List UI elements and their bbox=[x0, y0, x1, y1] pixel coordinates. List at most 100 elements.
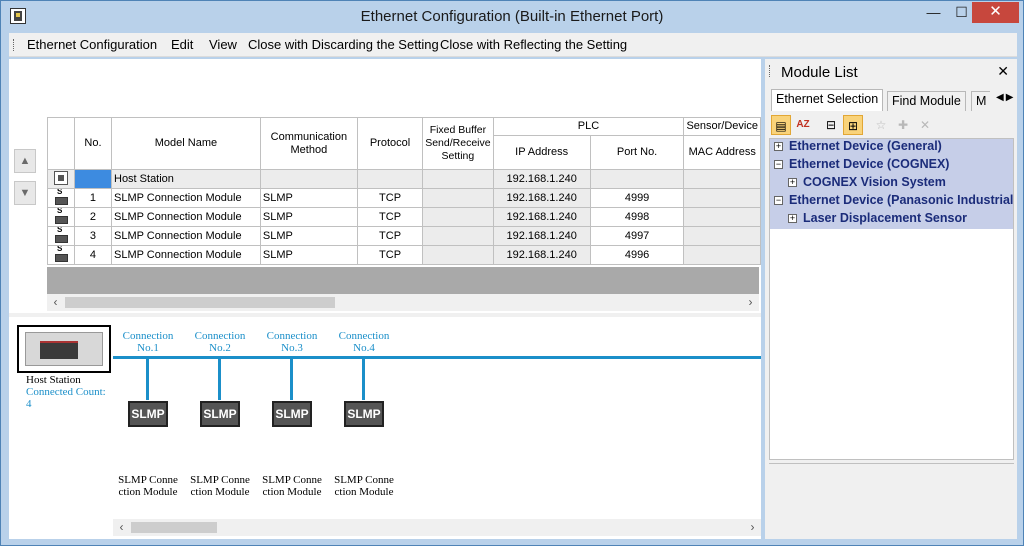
row-mac[interactable] bbox=[683, 226, 761, 246]
expand-icon[interactable]: + bbox=[788, 214, 797, 223]
table-row[interactable]: 3 SLMP Connection Module SLMP TCP 192.16… bbox=[47, 226, 761, 246]
row-comm[interactable]: SLMP bbox=[259, 245, 358, 265]
menu-close-reflect[interactable]: Close with Reflecting the Setting bbox=[440, 37, 627, 52]
header-protocol[interactable]: Protocol bbox=[356, 117, 424, 170]
header-fixed-buffer[interactable]: Fixed Buffer Send/Receive Setting bbox=[422, 117, 494, 170]
scroll-right-icon[interactable]: › bbox=[742, 294, 759, 311]
row-mac[interactable] bbox=[683, 207, 761, 227]
category-view-icon[interactable]: ▤ bbox=[771, 115, 791, 135]
row-no[interactable] bbox=[73, 169, 113, 189]
move-up-arrow-icon[interactable]: ▲ bbox=[14, 149, 36, 173]
table-row[interactable]: 1 SLMP Connection Module SLMP TCP 192.16… bbox=[47, 188, 761, 208]
maximize-button[interactable]: ☐ bbox=[948, 2, 975, 23]
tree-item-laser-displacement[interactable]: + Laser Displacement Sensor bbox=[770, 211, 1013, 229]
tree-item-ethernet-panasonic[interactable]: − Ethernet Device (Panasonic Industrial) bbox=[770, 193, 1013, 211]
tree-item-cognex-vision[interactable]: + COGNEX Vision System bbox=[770, 175, 1013, 193]
move-down-arrow-icon[interactable]: ▼ bbox=[14, 181, 36, 205]
row-no[interactable]: 2 bbox=[73, 207, 113, 227]
scroll-left-icon[interactable]: ‹ bbox=[47, 294, 64, 311]
expand-all-icon[interactable]: ⊞ bbox=[843, 115, 863, 135]
row-port-no[interactable] bbox=[589, 169, 685, 189]
row-ip-address[interactable]: 192.168.1.240 bbox=[492, 245, 591, 265]
row-port-no[interactable]: 4998 bbox=[589, 207, 685, 227]
scrollbar-thumb[interactable] bbox=[131, 522, 217, 533]
row-no[interactable]: 1 bbox=[73, 188, 113, 208]
row-fixed-buffer[interactable] bbox=[422, 169, 494, 189]
row-protocol[interactable] bbox=[356, 169, 424, 189]
close-window-button[interactable]: ✕ bbox=[972, 2, 1019, 23]
slmp-module-node[interactable]: SLMP bbox=[272, 401, 312, 427]
slmp-module-node[interactable]: SLMP bbox=[200, 401, 240, 427]
header-mac-address[interactable]: MAC Address bbox=[683, 135, 761, 170]
row-model-name[interactable]: SLMP Connection Module bbox=[111, 207, 261, 227]
row-port-no[interactable]: 4996 bbox=[589, 245, 685, 265]
toolbar-grip-icon[interactable] bbox=[13, 39, 16, 51]
scroll-left-icon[interactable]: ‹ bbox=[113, 519, 130, 536]
close-pane-icon[interactable]: ✕ bbox=[997, 63, 1009, 80]
tree-item-ethernet-general[interactable]: + Ethernet Device (General) bbox=[770, 139, 1013, 157]
table-row[interactable]: 4 SLMP Connection Module SLMP TCP 192.16… bbox=[47, 245, 761, 265]
menu-close-discard[interactable]: Close with Discarding the Setting bbox=[248, 37, 439, 52]
minimize-button[interactable]: — bbox=[920, 2, 947, 23]
row-ip-address[interactable]: 192.168.1.240 bbox=[492, 226, 591, 246]
tab-ethernet-selection[interactable]: Ethernet Selection bbox=[771, 89, 884, 111]
favorite-star-icon[interactable]: ☆ bbox=[871, 115, 891, 135]
menu-edit[interactable]: Edit bbox=[171, 37, 193, 52]
row-port-no[interactable]: 4997 bbox=[589, 226, 685, 246]
row-model-name[interactable]: SLMP Connection Module bbox=[111, 226, 261, 246]
row-no[interactable]: 3 bbox=[73, 226, 113, 246]
tab-scroll-arrows-icon[interactable]: ◀▶ bbox=[996, 92, 1015, 103]
sort-az-icon[interactable]: AZ bbox=[793, 115, 813, 135]
collapse-icon[interactable]: − bbox=[774, 160, 783, 169]
row-fixed-buffer[interactable] bbox=[422, 245, 494, 265]
header-no[interactable]: No. bbox=[73, 117, 113, 170]
row-ip-address[interactable]: 192.168.1.240 bbox=[492, 169, 591, 189]
slmp-module-node[interactable]: SLMP bbox=[128, 401, 168, 427]
row-ip-address[interactable]: 192.168.1.240 bbox=[492, 188, 591, 208]
tree-item-ethernet-cognex[interactable]: − Ethernet Device (COGNEX) bbox=[770, 157, 1013, 175]
delete-icon[interactable]: ✕ bbox=[915, 115, 935, 135]
row-mac[interactable] bbox=[683, 169, 761, 189]
row-fixed-buffer[interactable] bbox=[422, 226, 494, 246]
row-protocol[interactable]: TCP bbox=[356, 188, 424, 208]
header-port-no[interactable]: Port No. bbox=[589, 135, 685, 170]
collapse-icon[interactable]: − bbox=[774, 196, 783, 205]
row-protocol[interactable]: TCP bbox=[356, 226, 424, 246]
header-ip-address[interactable]: IP Address bbox=[492, 135, 591, 170]
row-comm[interactable]: SLMP bbox=[259, 207, 358, 227]
row-protocol[interactable]: TCP bbox=[356, 207, 424, 227]
scroll-right-icon[interactable]: › bbox=[744, 519, 761, 536]
table-row[interactable]: 2 SLMP Connection Module SLMP TCP 192.16… bbox=[47, 207, 761, 227]
row-fixed-buffer[interactable] bbox=[422, 188, 494, 208]
expand-icon[interactable]: + bbox=[788, 178, 797, 187]
slmp-module-node[interactable]: SLMP bbox=[344, 401, 384, 427]
add-favorite-icon[interactable]: ✚ bbox=[893, 115, 913, 135]
tab-truncated[interactable]: M bbox=[971, 91, 991, 111]
row-model-name[interactable]: SLMP Connection Module bbox=[111, 245, 261, 265]
pane-grip-icon[interactable] bbox=[769, 65, 772, 77]
row-comm[interactable]: SLMP bbox=[259, 226, 358, 246]
row-no[interactable]: 4 bbox=[73, 245, 113, 265]
row-fixed-buffer[interactable] bbox=[422, 207, 494, 227]
row-model-name[interactable]: SLMP Connection Module bbox=[111, 188, 261, 208]
host-station-node[interactable] bbox=[17, 325, 111, 373]
scrollbar-thumb[interactable] bbox=[65, 297, 335, 308]
row-comm[interactable]: SLMP bbox=[259, 188, 358, 208]
row-mac[interactable] bbox=[683, 245, 761, 265]
menu-view[interactable]: View bbox=[209, 37, 237, 52]
table-row-host[interactable]: Host Station 192.168.1.240 bbox=[47, 169, 761, 189]
expand-icon[interactable]: + bbox=[774, 142, 783, 151]
header-model-name[interactable]: Model Name bbox=[111, 117, 261, 170]
table-horizontal-scrollbar[interactable]: ‹ › bbox=[47, 294, 759, 311]
tab-find-module[interactable]: Find Module bbox=[887, 91, 966, 111]
row-model-name[interactable]: Host Station bbox=[111, 169, 261, 189]
row-protocol[interactable]: TCP bbox=[356, 245, 424, 265]
menu-ethernet-configuration[interactable]: Ethernet Configuration bbox=[27, 37, 157, 52]
row-port-no[interactable]: 4999 bbox=[589, 188, 685, 208]
collapse-all-icon[interactable]: ⊟ bbox=[821, 115, 841, 135]
diagram-horizontal-scrollbar[interactable]: ‹ › bbox=[113, 519, 761, 536]
row-comm[interactable] bbox=[259, 169, 358, 189]
row-ip-address[interactable]: 192.168.1.240 bbox=[492, 207, 591, 227]
header-communication-method[interactable]: Communication Method bbox=[259, 117, 358, 170]
row-mac[interactable] bbox=[683, 188, 761, 208]
